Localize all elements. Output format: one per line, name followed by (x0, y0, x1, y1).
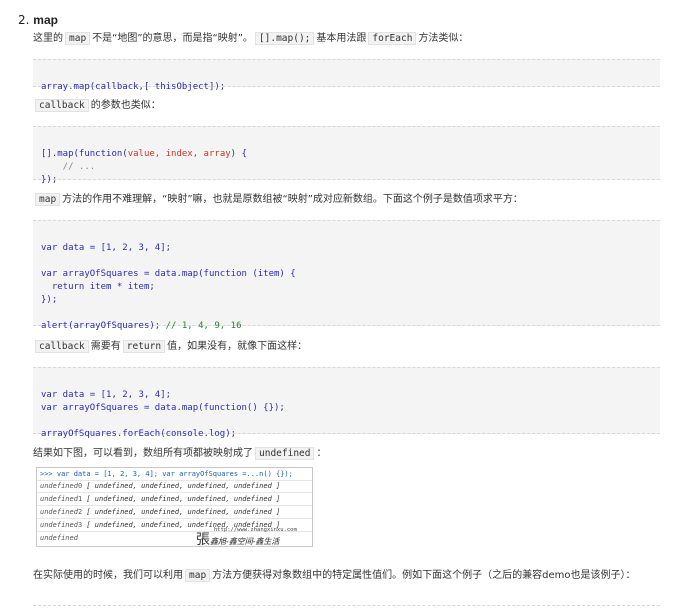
inline-code-callback: callback (35, 99, 89, 112)
code-line: var data = [1, 2, 3, 4]; (41, 390, 172, 400)
paragraph-intro: 这里的 map 不是“地图”的意思，而是指“映射”。 [].map(); 基本用法跟 fo… (33, 32, 468, 46)
code-token: value, index, array (127, 149, 231, 159)
code-line: array.map(callback,[ thisObject]); (41, 82, 226, 92)
code-line: arrayOfSquares.forEach(console.log); (41, 429, 237, 439)
text: 基本用法跟 (316, 33, 367, 44)
code-block-callback-params: [].map(function(value, index, array) { /… (33, 126, 660, 185)
code-line: }); (41, 295, 58, 305)
code-block-syntax: array.map(callback,[ thisObject]); (33, 59, 660, 92)
console-row-label: undefined (40, 521, 78, 529)
watermark-url: http://www.zhangxinxu.com (214, 527, 297, 533)
console-row-index: 2 (77, 508, 83, 516)
text: 方法的作用不难理解，“映射”嘛，也就是原数组被“映射”成对应新数组。下面这个例子… (62, 194, 523, 205)
inline-code-foreach: forEach (368, 32, 417, 45)
text: 在实际使用的时候，我们可以利用 (33, 570, 183, 581)
inline-code-map-call: [].map(); (254, 32, 315, 45)
code-blank (41, 255, 652, 268)
console-row-index: 1 (77, 495, 83, 503)
console-row-array: [ undefined, undefined, undefined, undef… (86, 508, 281, 516)
inline-code-map: map (65, 32, 91, 45)
code-line: var data = [1, 2, 3, 4]; (41, 243, 172, 253)
inline-code-return: return (122, 340, 166, 353)
console-screenshot: >>> var data = [1, 2, 3, 4]; var arrayOf… (36, 467, 313, 547)
text: 方法类似： (418, 33, 469, 44)
next-code-block-edge (33, 605, 660, 606)
code-token: ) { (230, 149, 247, 159)
console-row-index: 0 (77, 482, 83, 490)
watermark-logo: 張 (196, 532, 210, 548)
console-row-label: undefined (40, 508, 78, 516)
inline-code-undefined: undefined (255, 447, 315, 460)
code-line: alert(arrayOfSquares); // 1, 4, 9, 16 (41, 320, 652, 333)
code-comment: // ... (41, 162, 96, 172)
text: 值，如果没有，就像下面这样： (167, 341, 308, 352)
inline-code-map: map (185, 569, 211, 582)
inline-code-map: map (35, 193, 61, 206)
text: 结果如下图，可以看到，数组所有项都被映射成了 (33, 448, 253, 459)
console-row-label: undefined (40, 495, 78, 503)
code-comment: // 1, 4, 9, 16 (165, 321, 242, 331)
console-row: undefined0 [ undefined, undefined, undef… (37, 480, 312, 493)
code-line: return item * item; (41, 282, 155, 292)
paragraph-map-explain: map 方法的作用不难理解，“映射”嘛，也就是原数组被“映射”成对应新数组。下面这… (33, 193, 523, 207)
console-row-array: [ undefined, undefined, undefined, undef… (86, 482, 281, 490)
text: 方法方便获得对象数组中的特定属性值们。例如下面这个例子（之后的兼容demo也是该… (212, 570, 636, 581)
code-block-no-return: var data = [1, 2, 3, 4]; var arrayOfSquar… (33, 367, 660, 439)
code-line: var arrayOfSquares = data.map(function()… (41, 403, 285, 413)
text: 不是“地图”的意思，而是指“映射”。 (92, 33, 253, 44)
paragraph-callback: callback 的参数也类似： (33, 99, 161, 113)
code-token: [].map(function( (41, 149, 128, 159)
console-row: undefined2 [ undefined, undefined, undef… (37, 506, 312, 519)
text: ： (316, 448, 327, 459)
console-row-index: 3 (77, 521, 83, 529)
code-line: [].map(function(value, index, array) { (41, 148, 652, 161)
section-number: 2. (18, 13, 30, 27)
watermark-text: 鑫旭-鑫空间-鑫生活 (210, 537, 280, 546)
paragraph-practical: 在实际使用的时候，我们可以利用 map 方法方便获得对象数组中的特定属性值们。例如下… (33, 566, 663, 585)
section-heading: 2. map (18, 13, 58, 27)
code-line: }); (41, 175, 58, 185)
code-block-squares: var data = [1, 2, 3, 4]; var arrayOfSquar… (33, 220, 660, 331)
console-row-label: undefined (40, 482, 78, 490)
inline-code-callback: callback (35, 340, 89, 353)
text: 需要有 (90, 341, 121, 352)
paragraph-result: 结果如下图，可以看到，数组所有项都被映射成了 undefined： (33, 447, 326, 461)
code-blank (41, 415, 652, 428)
console-input-text: >>> var data = [1, 2, 3, 4]; var arrayOf… (40, 470, 293, 478)
code-line: var arrayOfSquares = data.map(function (… (41, 269, 296, 279)
paragraph-return: callback 需要有 return 值，如果没有，就像下面这样： (33, 340, 307, 354)
text: 这里的 (33, 33, 63, 44)
text: 的参数也类似： (90, 100, 161, 111)
console-row: undefined1 [ undefined, undefined, undef… (37, 493, 312, 506)
section-title: map (33, 13, 58, 27)
code-token: alert(arrayOfSquares); (41, 321, 166, 331)
code-blank (41, 307, 652, 320)
console-row-array: [ undefined, undefined, undefined, undef… (86, 495, 281, 503)
console-row-label: undefined (40, 534, 78, 542)
